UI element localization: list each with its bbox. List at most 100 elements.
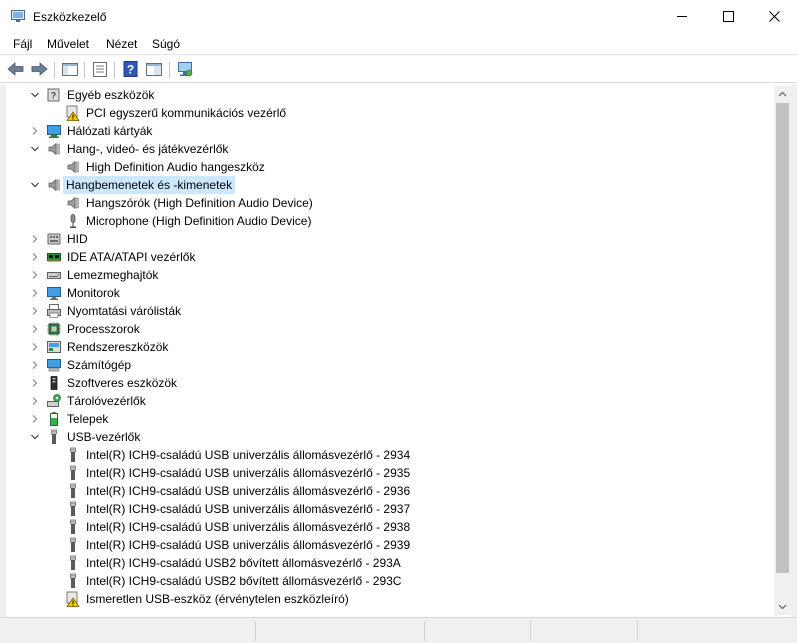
tree-category-row[interactable]: Hangbemenetek és -kimenetek xyxy=(6,176,774,194)
tree-device-row[interactable]: Intel(R) ICH9-családú USB univerzális ál… xyxy=(6,446,774,464)
maximize-icon xyxy=(723,11,734,22)
tree-category-row[interactable]: Tárolóvezérlők xyxy=(6,392,774,410)
speaker-icon xyxy=(67,160,79,174)
tree-device-row[interactable]: Hangszórók (High Definition Audio Device… xyxy=(6,194,774,212)
tree-device-row[interactable]: Intel(R) ICH9-családú USB univerzális ál… xyxy=(6,518,774,536)
back-icon xyxy=(7,62,24,76)
scroll-down-button[interactable] xyxy=(774,598,791,615)
tree-item-label: Rendszereszközök xyxy=(67,340,169,354)
properties-button[interactable] xyxy=(90,60,110,78)
disk-drive-icon xyxy=(47,272,61,279)
network-adapter-icon xyxy=(47,125,61,138)
chevron-down-icon[interactable] xyxy=(30,144,40,154)
tree-device-row[interactable]: Intel(R) ICH9-családú USB2 bővített állo… xyxy=(6,572,774,590)
tree-item-label: Intel(R) ICH9-családú USB2 bővített állo… xyxy=(86,574,402,588)
tree-device-row[interactable]: Intel(R) ICH9-családú USB univerzális ál… xyxy=(6,464,774,482)
tree-category-row[interactable]: IDE ATA/ATAPI vezérlők xyxy=(6,248,774,266)
tree-device-row[interactable]: PCI egyszerű kommunikációs vezérlő xyxy=(6,104,774,122)
svg-text:?: ? xyxy=(51,91,57,101)
help-button[interactable]: ? xyxy=(121,60,141,78)
tree-item-label: High Definition Audio hangeszköz xyxy=(86,160,265,174)
tree-category-row[interactable]: Rendszereszközök xyxy=(6,338,774,356)
forward-button[interactable] xyxy=(29,60,49,78)
tree-category-row[interactable]: USB-vezérlők xyxy=(6,428,774,446)
scroll-up-button[interactable] xyxy=(774,86,791,103)
storage-controller-icon xyxy=(47,394,61,407)
hid-icon xyxy=(47,233,61,245)
chevron-right-icon[interactable] xyxy=(30,342,40,352)
chevron-down-icon[interactable] xyxy=(30,432,40,442)
tree-category-row[interactable]: Szoftveres eszközök xyxy=(6,374,774,392)
chevron-right-icon[interactable] xyxy=(30,306,40,316)
tree-category-row[interactable]: ? Egyéb eszközök xyxy=(6,86,774,104)
status-cell xyxy=(637,621,638,641)
processor-icon xyxy=(47,322,61,336)
tree-category-row[interactable]: Processzorok xyxy=(6,320,774,338)
view-button[interactable] xyxy=(144,60,164,78)
scroll-thumb[interactable] xyxy=(776,103,789,573)
tree-category-row[interactable]: Hang-, videó- és játékvezérlők xyxy=(6,140,774,158)
menu-bar: Fájl Művelet Nézet Súgó xyxy=(0,33,797,54)
ide-controller-icon xyxy=(47,253,61,262)
toolbar-separator xyxy=(54,62,55,78)
tree-item-label: Intel(R) ICH9-családú USB univerzális ál… xyxy=(86,502,411,516)
tree-category-row[interactable]: Telepek xyxy=(6,410,774,428)
chevron-right-icon[interactable] xyxy=(30,360,40,370)
chevron-right-icon[interactable] xyxy=(30,234,40,244)
speaker-icon xyxy=(67,196,79,210)
minimize-button[interactable] xyxy=(659,0,705,33)
tree-category-row[interactable]: Számítógép xyxy=(6,356,774,374)
menu-action[interactable]: Művelet xyxy=(47,37,89,51)
chevron-right-icon[interactable] xyxy=(30,324,40,334)
usb-icon xyxy=(70,573,76,588)
tree-device-row[interactable]: Ismeretlen USB-eszköz (érvénytelen eszkö… xyxy=(6,590,774,608)
maximize-button[interactable] xyxy=(705,0,751,33)
usb-icon xyxy=(70,555,76,570)
svg-text:?: ? xyxy=(127,63,134,77)
chevron-down-icon[interactable] xyxy=(30,90,40,100)
tree-item-label: Lemezmeghajtók xyxy=(67,268,159,282)
tree-category-row[interactable]: Hálózati kártyák xyxy=(6,122,774,140)
tree-device-row[interactable]: Intel(R) ICH9-családú USB2 bővített állo… xyxy=(6,554,774,572)
tree-category-row[interactable]: Monitorok xyxy=(6,284,774,302)
printer-queue-icon xyxy=(47,304,61,318)
chevron-right-icon[interactable] xyxy=(30,414,40,424)
usb-icon xyxy=(70,537,76,552)
back-button[interactable] xyxy=(6,60,26,78)
tree-device-row[interactable]: Microphone (High Definition Audio Device… xyxy=(6,212,774,230)
tree-device-row[interactable]: Intel(R) ICH9-családú USB univerzális ál… xyxy=(6,536,774,554)
chevron-right-icon[interactable] xyxy=(30,288,40,298)
show-hide-tree-button[interactable] xyxy=(60,60,80,78)
battery-icon xyxy=(50,412,58,426)
show-hide-tree-icon xyxy=(62,63,78,76)
device-tree[interactable]: ? Egyéb eszközök PCI egyszerű kommunikáció… xyxy=(6,86,774,615)
close-icon xyxy=(769,11,780,22)
chevron-right-icon[interactable] xyxy=(30,378,40,388)
chevron-down-icon xyxy=(778,604,787,610)
tree-device-row[interactable]: Intel(R) ICH9-családú USB univerzális ál… xyxy=(6,482,774,500)
window-title: Eszközkezelő xyxy=(33,10,107,24)
tree-item-label: USB-vezérlők xyxy=(67,430,141,444)
tree-category-row[interactable]: Lemezmeghajtók xyxy=(6,266,774,284)
tree-item-label: Tárolóvezérlők xyxy=(67,394,146,408)
menu-file[interactable]: Fájl xyxy=(13,37,32,51)
tree-device-row[interactable]: Intel(R) ICH9-családú USB univerzális ál… xyxy=(6,500,774,518)
usb-icon xyxy=(51,429,57,444)
tree-item-label: Ismeretlen USB-eszköz (érvénytelen eszkö… xyxy=(86,592,349,606)
close-button[interactable] xyxy=(751,0,797,33)
scan-hardware-button[interactable] xyxy=(175,60,195,78)
menu-help[interactable]: Súgó xyxy=(152,37,180,51)
tree-device-row[interactable]: High Definition Audio hangeszköz xyxy=(6,158,774,176)
tree-item-label: Nyomtatási várólisták xyxy=(67,304,182,318)
chevron-right-icon[interactable] xyxy=(30,270,40,280)
chevron-right-icon[interactable] xyxy=(30,396,40,406)
chevron-right-icon[interactable] xyxy=(30,126,40,136)
tree-category-row[interactable]: Nyomtatási várólisták xyxy=(6,302,774,320)
status-cell xyxy=(424,621,425,641)
menu-view[interactable]: Nézet xyxy=(106,37,137,51)
vertical-scrollbar[interactable] xyxy=(774,86,791,615)
tree-category-row[interactable]: HID xyxy=(6,230,774,248)
tree-item-label: Hangbemenetek és -kimenetek xyxy=(63,176,236,194)
chevron-right-icon[interactable] xyxy=(30,252,40,262)
chevron-down-icon[interactable] xyxy=(30,180,40,190)
